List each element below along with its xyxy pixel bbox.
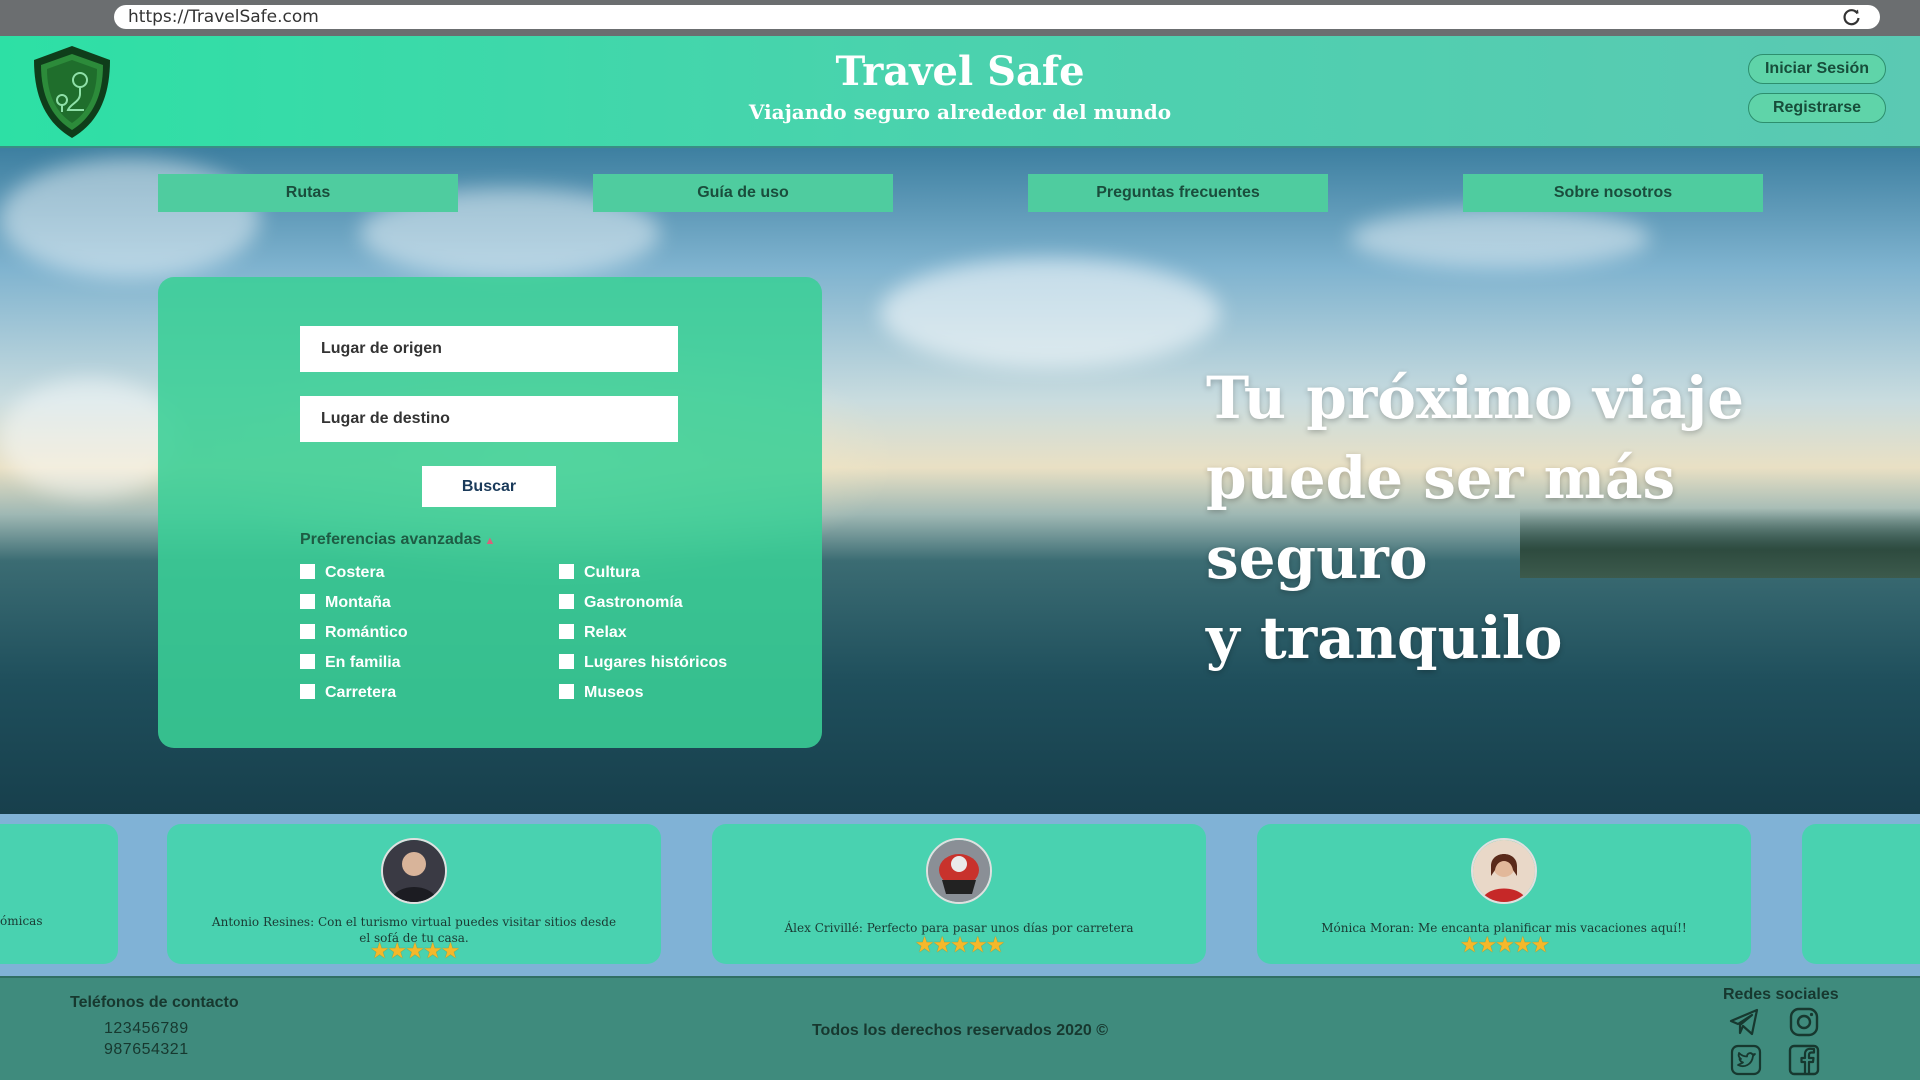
hero-headline-line: Tu próximo viaje [1206, 364, 1745, 432]
option-gastronomia[interactable]: Gastronomía [559, 593, 683, 618]
option-costera[interactable]: Costera [300, 563, 385, 588]
nav-tab-rutas[interactable]: Rutas [158, 174, 458, 212]
rating-stars: ★★★★★ [1459, 932, 1551, 957]
option-label: Montaña [325, 594, 391, 611]
testimonial-card: Mónica Moran: Me encanta planificar mis … [1257, 824, 1751, 964]
telegram-icon[interactable] [1728, 1006, 1760, 1038]
checkbox[interactable] [559, 593, 574, 609]
option-carretera[interactable]: Carretera [300, 683, 397, 708]
checkbox[interactable] [559, 683, 574, 699]
checkbox[interactable] [300, 563, 315, 579]
copyright-text: Todos los derechos reservados 2020 © [811, 1022, 1109, 1039]
testimonials-carousel[interactable]: ómicas Antonio Resines: Con el turismo v… [0, 814, 1920, 976]
site-subtitle: Viajando seguro alrededor del mundo [748, 100, 1172, 124]
destination-input[interactable]: Lugar de destino [300, 396, 678, 442]
option-label: Costera [325, 564, 385, 581]
site-title: Travel Safe [835, 48, 1085, 95]
checkbox[interactable] [559, 563, 574, 579]
checkbox[interactable] [300, 623, 315, 639]
option-museos[interactable]: Museos [559, 683, 644, 708]
option-montana[interactable]: Montaña [300, 593, 391, 618]
checkbox[interactable] [559, 623, 574, 639]
testimonial-card: Álex Crivillé: Perfecto para pasar unos … [712, 824, 1206, 964]
option-lugares-historicos[interactable]: Lugares históricos [559, 653, 728, 678]
browser-chrome: https://TravelSafe.com [0, 0, 1920, 36]
checkbox[interactable] [300, 653, 315, 669]
avatar [381, 838, 447, 904]
testimonial-card-partial: ómicas [0, 824, 118, 964]
facebook-icon[interactable] [1788, 1044, 1820, 1076]
hero-headline-line: y tranquilo [1206, 604, 1563, 672]
site-header: Travel Safe Viajando seguro alrededor de… [0, 36, 1920, 148]
nav-tab-sobre-nosotros[interactable]: Sobre nosotros [1463, 174, 1763, 212]
caret-up-icon: ▲ [484, 535, 496, 547]
checkbox[interactable] [300, 683, 315, 699]
login-button[interactable]: Iniciar Sesión [1748, 54, 1886, 84]
checkbox[interactable] [300, 593, 315, 609]
hero-cloud [1350, 208, 1650, 268]
twitter-icon[interactable] [1730, 1044, 1762, 1076]
option-label: En familia [325, 654, 401, 671]
reload-icon[interactable] [1842, 7, 1862, 27]
option-label: Museos [584, 684, 644, 701]
advanced-preferences-toggle[interactable]: Preferencias avanzadas ▲ [300, 531, 495, 549]
testimonial-card-partial [1802, 824, 1920, 964]
hero-section: Rutas Guía de uso Preguntas frecuentes S… [0, 148, 1920, 814]
option-relax[interactable]: Relax [559, 623, 627, 648]
hero-cloud [0, 378, 180, 498]
testimonial-text: ómicas [0, 914, 43, 928]
site-footer: Teléfonos de contacto 123456789 98765432… [0, 976, 1920, 1080]
option-label: Cultura [584, 564, 640, 581]
instagram-icon[interactable] [1788, 1006, 1820, 1038]
rating-stars: ★★★★★ [914, 932, 1006, 957]
checkbox[interactable] [559, 653, 574, 669]
url-text: https://TravelSafe.com [128, 7, 319, 27]
advanced-preferences-label: Preferencias avanzadas [300, 531, 482, 548]
option-label: Carretera [325, 684, 397, 701]
hero-headline: Tu próximo viaje puede ser más seguro y … [1206, 358, 1886, 678]
testimonial-card: Antonio Resines: Con el turismo virtual … [167, 824, 661, 964]
nav-tab-guia[interactable]: Guía de uso [593, 174, 893, 212]
nav-tab-preguntas[interactable]: Preguntas frecuentes [1028, 174, 1328, 212]
search-panel: Lugar de origen Lugar de destino Buscar … [158, 277, 822, 748]
origin-input[interactable]: Lugar de origen [300, 326, 678, 372]
hero-cloud [880, 258, 1220, 368]
option-label: Relax [584, 624, 627, 641]
option-label: Gastronomía [584, 594, 683, 611]
social-title: Redes sociales [1723, 986, 1839, 1003]
option-en-familia[interactable]: En familia [300, 653, 401, 678]
option-label: Romántico [325, 624, 408, 641]
register-button[interactable]: Registrarse [1748, 93, 1886, 123]
avatar [926, 838, 992, 904]
avatar [1471, 838, 1537, 904]
rating-stars: ★★★★★ [369, 938, 461, 963]
phone-number[interactable]: 987654321 [104, 1041, 189, 1059]
contact-title: Teléfonos de contacto [70, 994, 239, 1011]
option-label: Lugares históricos [584, 654, 728, 671]
hero-headline-line: puede ser más seguro [1206, 444, 1676, 592]
option-cultura[interactable]: Cultura [559, 563, 640, 588]
search-button[interactable]: Buscar [422, 466, 556, 507]
option-romantico[interactable]: Romántico [300, 623, 408, 648]
address-bar[interactable]: https://TravelSafe.com [114, 5, 1880, 29]
